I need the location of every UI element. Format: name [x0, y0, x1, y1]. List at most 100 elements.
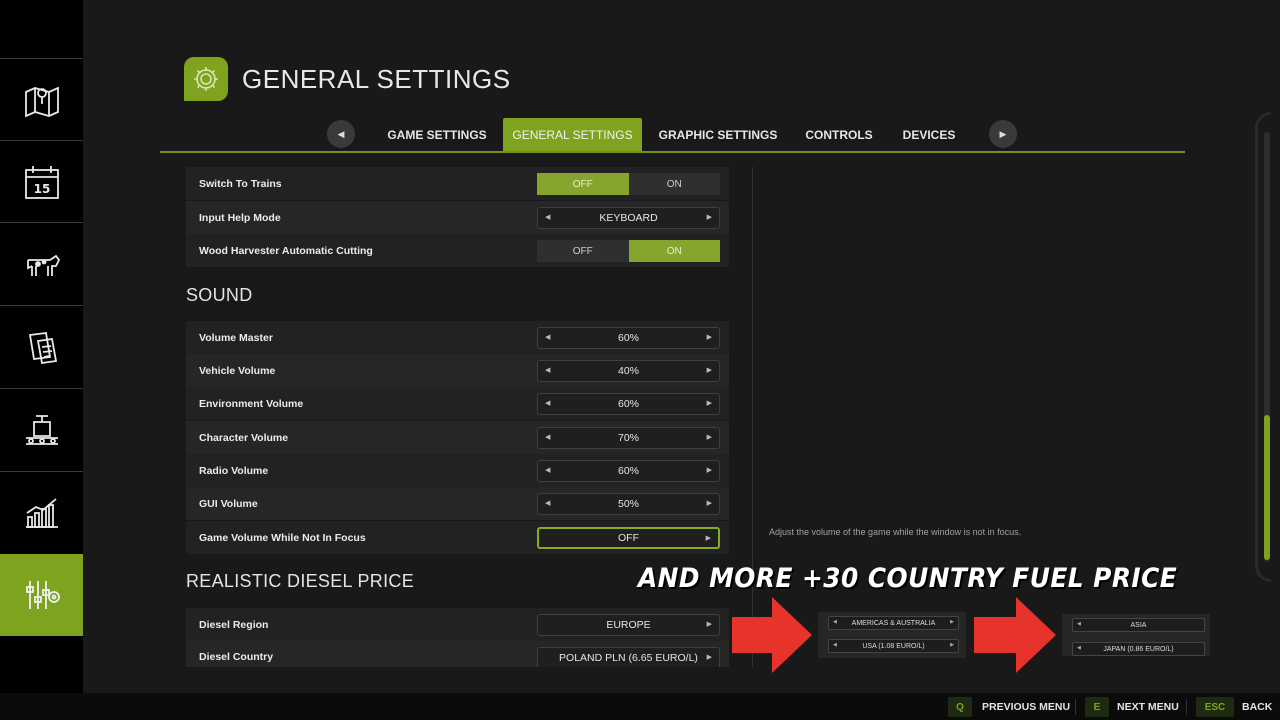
setting-label: Character Volume — [199, 431, 289, 444]
scrollbar-thumb[interactable] — [1264, 415, 1270, 560]
map-icon — [24, 86, 59, 117]
key-e-badge[interactable]: E — [1085, 697, 1109, 717]
help-description: Adjust the volume of the game while the … — [769, 527, 1022, 537]
red-arrow-icon — [974, 597, 1056, 673]
setting-row: Volume Master ◀ 60% ▶ — [186, 321, 729, 354]
arrow-right-icon[interactable]: ▶ — [707, 620, 712, 628]
header-badge — [184, 57, 228, 101]
red-arrow-icon — [732, 597, 812, 673]
volume-not-in-focus-selector[interactable]: OFF ▶ — [537, 527, 720, 549]
arrow-left-icon[interactable]: ◀ — [545, 333, 550, 341]
setting-row: Environment Volume ◀ 60% ▶ — [186, 387, 729, 420]
setting-label: Wood Harvester Automatic Cutting — [199, 244, 373, 257]
setting-label: GUI Volume — [199, 497, 258, 510]
radio-volume-selector[interactable]: ◀ 60% ▶ — [537, 460, 720, 482]
selector-value: 60% — [617, 332, 639, 344]
tab-prev-button[interactable]: ◀ — [327, 120, 355, 148]
setting-row: Diesel Country POLAND PLN (6.65 EURO/L) … — [186, 641, 729, 667]
tab-next-button[interactable]: ▶ — [989, 120, 1017, 148]
arrow-left-icon[interactable]: ◀ — [545, 499, 550, 507]
setting-label: Input Help Mode — [199, 211, 281, 224]
setting-label: Environment Volume — [199, 397, 304, 410]
arrow-right-icon[interactable]: ▶ — [707, 653, 712, 661]
promo-title: AND MORE +30 COUNTRY FUEL PRICE — [638, 563, 1178, 594]
setting-label: Game Volume While Not In Focus — [199, 531, 366, 544]
promo-country-value: USA (1.08 EURO/L) — [862, 642, 925, 650]
setting-row: Diesel Region EUROPE ▶ — [186, 608, 729, 641]
input-help-mode-selector[interactable]: ◀ KEYBOARD ▶ — [537, 207, 720, 229]
gui-volume-selector[interactable]: ◀ 50% ▶ — [537, 493, 720, 515]
production-icon — [25, 414, 58, 445]
promo-region-value: AMERICAS & AUSTRALIA — [851, 619, 936, 627]
setting-row-focused: Game Volume While Not In Focus OFF ▶ — [186, 521, 729, 554]
arrow-right-icon[interactable]: ▶ — [707, 499, 712, 507]
toggle-on-option[interactable]: ON — [628, 240, 720, 262]
promo-country-selector: ◀ USA (1.08 EURO/L) ▶ — [828, 639, 959, 653]
settings-sliders-icon — [25, 581, 60, 609]
arrow-left-icon[interactable]: ◀ — [545, 466, 550, 474]
vehicle-volume-selector[interactable]: ◀ 40% ▶ — [537, 360, 720, 382]
promo-region-selector: ◀ AMERICAS & AUSTRALIA ▶ — [828, 616, 959, 630]
toggle-off-option[interactable]: OFF — [537, 240, 629, 262]
setting-label: Vehicle Volume — [199, 364, 276, 377]
sidebar-item-production[interactable] — [0, 388, 83, 470]
selector-value: 50% — [617, 498, 639, 510]
next-menu-button[interactable]: NEXT MENU — [1117, 701, 1179, 713]
separator — [1186, 699, 1187, 715]
sidebar-item-contracts[interactable] — [0, 305, 83, 387]
tab-controls[interactable]: CONTROLS — [798, 118, 880, 152]
selector-value: POLAND PLN (6.65 EURO/L) — [559, 652, 698, 664]
toggle-off-option[interactable]: OFF — [537, 173, 629, 195]
sidebar-item-settings[interactable] — [0, 554, 89, 636]
switch-to-trains-toggle[interactable]: OFF ON — [537, 173, 720, 195]
setting-label: Diesel Country — [199, 651, 274, 663]
sidebar-item-calendar[interactable]: 15 — [0, 140, 83, 222]
arrow-right-icon[interactable]: ▶ — [707, 366, 712, 374]
diesel-country-selector[interactable]: POLAND PLN (6.65 EURO/L) ▶ — [537, 647, 720, 667]
section-title-diesel: REALISTIC DIESEL PRICE — [186, 571, 414, 591]
key-esc-badge[interactable]: ESC — [1196, 697, 1234, 717]
selector-value: 40% — [617, 365, 639, 377]
arrow-left-icon[interactable]: ◀ — [545, 366, 550, 374]
volume-master-selector[interactable]: ◀ 60% ▶ — [537, 327, 720, 349]
character-volume-selector[interactable]: ◀ 70% ▶ — [537, 427, 720, 449]
key-q-badge[interactable]: Q — [948, 697, 972, 717]
arrow-left-icon[interactable]: ◀ — [545, 433, 550, 441]
separator — [1075, 699, 1076, 715]
toggle-on-option[interactable]: ON — [628, 173, 720, 195]
selector-value: EUROPE — [606, 619, 651, 631]
arrow-right-icon[interactable]: ▶ — [707, 433, 712, 441]
arrow-right-icon[interactable]: ▶ — [707, 333, 712, 341]
setting-row: Radio Volume ◀ 60% ▶ — [186, 454, 729, 487]
setting-row: Vehicle Volume ◀ 40% ▶ — [186, 354, 729, 387]
previous-menu-button[interactable]: PREVIOUS MENU — [982, 701, 1070, 713]
promo-region-box: ◀ AMERICAS & AUSTRALIA ▶ ◀ USA (1.08 EURO/L… — [818, 612, 966, 658]
wood-harvester-toggle[interactable]: OFF ON — [537, 240, 720, 262]
arrow-right-icon[interactable]: ▶ — [706, 534, 711, 542]
promo-region-value: ASIA — [1130, 621, 1147, 629]
sidebar-item-map[interactable] — [0, 58, 83, 140]
section-title-sound: SOUND — [186, 285, 253, 305]
promo-country-value: JAPAN (0.86 EURO/L) — [1103, 645, 1174, 653]
arrow-left-icon[interactable]: ◀ — [545, 213, 550, 221]
environment-volume-selector[interactable]: ◀ 60% ▶ — [537, 393, 720, 415]
setting-row: Input Help Mode ◀ KEYBOARD ▶ — [186, 201, 729, 234]
arrow-right-icon[interactable]: ▶ — [707, 466, 712, 474]
arrow-right-icon[interactable]: ▶ — [707, 399, 712, 407]
arrow-left-icon[interactable]: ◀ — [545, 399, 550, 407]
tab-game-settings[interactable]: GAME SETTINGS — [382, 118, 492, 152]
tab-graphic-settings[interactable]: GRAPHIC SETTINGS — [654, 118, 782, 152]
back-button[interactable]: BACK — [1242, 701, 1272, 713]
promo-country-selector: ◀ JAPAN (0.86 EURO/L) — [1072, 642, 1205, 656]
arrow-right-icon[interactable]: ▶ — [707, 213, 712, 221]
sidebar-item-animals[interactable] — [0, 222, 83, 304]
diesel-region-selector[interactable]: EUROPE ▶ — [537, 614, 720, 636]
contracts-icon — [28, 331, 57, 364]
sidebar: 15 — [0, 0, 89, 720]
tab-devices[interactable]: DEVICES — [895, 118, 963, 152]
tab-general-settings[interactable]: GENERAL SETTINGS — [503, 118, 642, 152]
promo-region-box: ◀ ASIA ◀ JAPAN (0.86 EURO/L) — [1062, 614, 1210, 656]
setting-label: Radio Volume — [199, 464, 269, 477]
cow-icon — [26, 254, 60, 276]
sidebar-item-statistics[interactable] — [0, 471, 83, 553]
